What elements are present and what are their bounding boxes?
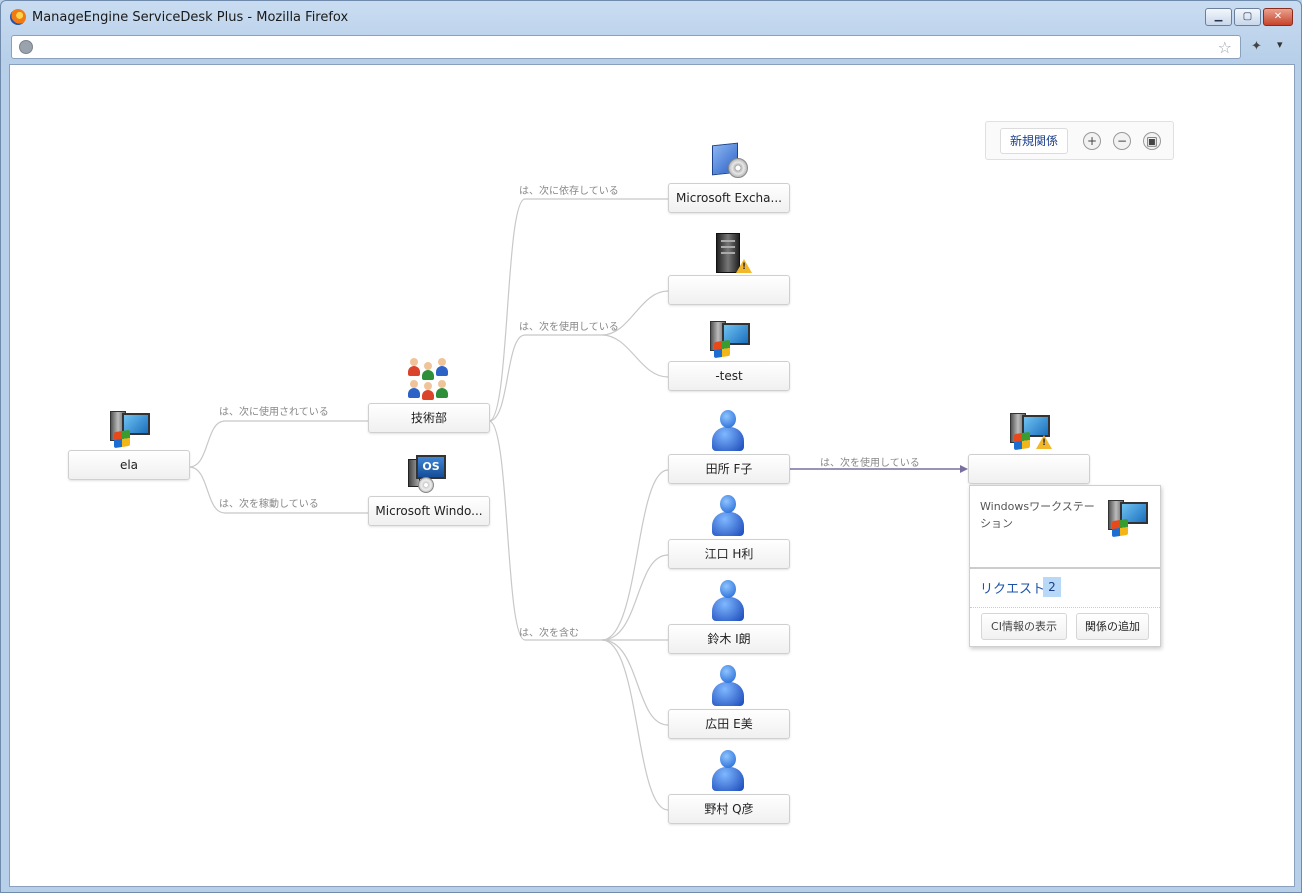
node-exchange[interactable]: Microsoft Excha... bbox=[668, 183, 790, 213]
divider bbox=[970, 567, 1160, 569]
minimize-button[interactable]: ▁ bbox=[1205, 8, 1232, 26]
user-icon bbox=[704, 493, 752, 537]
zoom-fit-icon[interactable]: ▣ bbox=[1143, 132, 1161, 150]
globe-icon bbox=[19, 40, 33, 54]
divider bbox=[970, 607, 1160, 608]
link-uses-test bbox=[601, 334, 669, 378]
show-ci-details-button[interactable]: CI情報の表示 bbox=[981, 613, 1067, 640]
software-package-icon bbox=[704, 138, 752, 182]
link-dept-contains bbox=[488, 420, 602, 641]
user-icon bbox=[704, 408, 752, 452]
edge-label-used-by: は、次に使用されている bbox=[219, 407, 329, 418]
server-icon bbox=[704, 231, 752, 275]
add-relationship-button[interactable]: 関係の追加 bbox=[1076, 613, 1149, 640]
relationship-map: は、次に使用されている は、次を稼動している は、次に依存している は、次を使用… bbox=[9, 64, 1295, 887]
url-bar[interactable]: ☆ bbox=[11, 35, 1241, 59]
link-ela-dept bbox=[188, 420, 368, 468]
link-contains-user5 bbox=[601, 639, 669, 811]
node-user-5[interactable]: 野村 Q彦 bbox=[668, 794, 790, 824]
edge-label-contains: は、次を含む bbox=[519, 628, 579, 639]
node-department[interactable]: 技術部 bbox=[368, 403, 490, 433]
link-contains-user1 bbox=[601, 469, 669, 641]
ci-type: Windowsワークステーション bbox=[980, 500, 1095, 530]
window-title: ManageEngine ServiceDesk Plus - Mozilla … bbox=[32, 10, 349, 25]
node-test[interactable]: -test bbox=[668, 361, 790, 391]
zoom-out-icon[interactable]: − bbox=[1113, 132, 1131, 150]
node-os[interactable]: Microsoft Windo... bbox=[368, 496, 490, 526]
link-dept-uses bbox=[488, 334, 602, 422]
requests-count-badge[interactable]: 2 bbox=[1043, 577, 1061, 597]
workstation-icon bbox=[104, 405, 152, 449]
link-arrow-head bbox=[960, 465, 968, 473]
requests-link[interactable]: リクエスト bbox=[980, 578, 1045, 597]
ci-popup: Windowsワークステーション リクエスト 2 CI情報の表示 関係の追加 bbox=[969, 485, 1161, 647]
browser-window: ManageEngine ServiceDesk Plus - Mozilla … bbox=[0, 0, 1302, 893]
node-ela[interactable]: ela bbox=[68, 450, 190, 480]
user-icon bbox=[704, 663, 752, 707]
user-icon bbox=[704, 578, 752, 622]
relationship-links bbox=[188, 198, 968, 811]
maximize-button[interactable]: ▢ bbox=[1234, 8, 1261, 26]
new-relationship-button[interactable]: 新規関係 bbox=[1000, 128, 1069, 154]
workstation-icon bbox=[1004, 407, 1052, 451]
node-user-1[interactable]: 田所 F子 bbox=[668, 454, 790, 484]
warning-icon bbox=[1036, 435, 1052, 449]
zoom-in-icon[interactable]: + bbox=[1083, 132, 1101, 150]
firefox-icon bbox=[10, 9, 26, 25]
workstation-icon bbox=[1102, 494, 1150, 538]
node-user-4[interactable]: 広田 E美 bbox=[668, 709, 790, 739]
node-user-3[interactable]: 鈴木 I朗 bbox=[668, 624, 790, 654]
operating-system-icon: OS bbox=[404, 451, 452, 495]
map-toolbar: 新規関係 + − ▣ bbox=[985, 121, 1174, 160]
window-controls: ▁ ▢ ✕ bbox=[1205, 8, 1293, 26]
edge-label-depends: は、次に依存している bbox=[519, 186, 619, 197]
group-icon bbox=[404, 358, 452, 402]
title-bar: ManageEngine ServiceDesk Plus - Mozilla … bbox=[1, 1, 1301, 33]
node-user-2[interactable]: 江口 H利 bbox=[668, 539, 790, 569]
close-button[interactable]: ✕ bbox=[1263, 8, 1293, 26]
chevron-down-icon[interactable]: ▾ bbox=[1277, 38, 1283, 51]
workstation-icon bbox=[704, 315, 752, 359]
navigation-bar: ☆ ✦ ▾ bbox=[11, 34, 1295, 60]
node-server[interactable] bbox=[668, 275, 790, 305]
edge-label-runs: は、次を稼動している bbox=[219, 499, 319, 510]
edge-label-uses: は、次を使用している bbox=[519, 322, 619, 333]
addon-icon[interactable]: ✦ bbox=[1251, 39, 1262, 54]
edge-label-uses-laptop: は、次を使用している bbox=[820, 458, 920, 469]
link-dept-exchange bbox=[488, 198, 668, 422]
bookmark-star-icon[interactable]: ☆ bbox=[1218, 38, 1232, 57]
node-laptop[interactable] bbox=[968, 454, 1090, 484]
warning-icon bbox=[736, 259, 752, 273]
user-icon bbox=[704, 748, 752, 792]
